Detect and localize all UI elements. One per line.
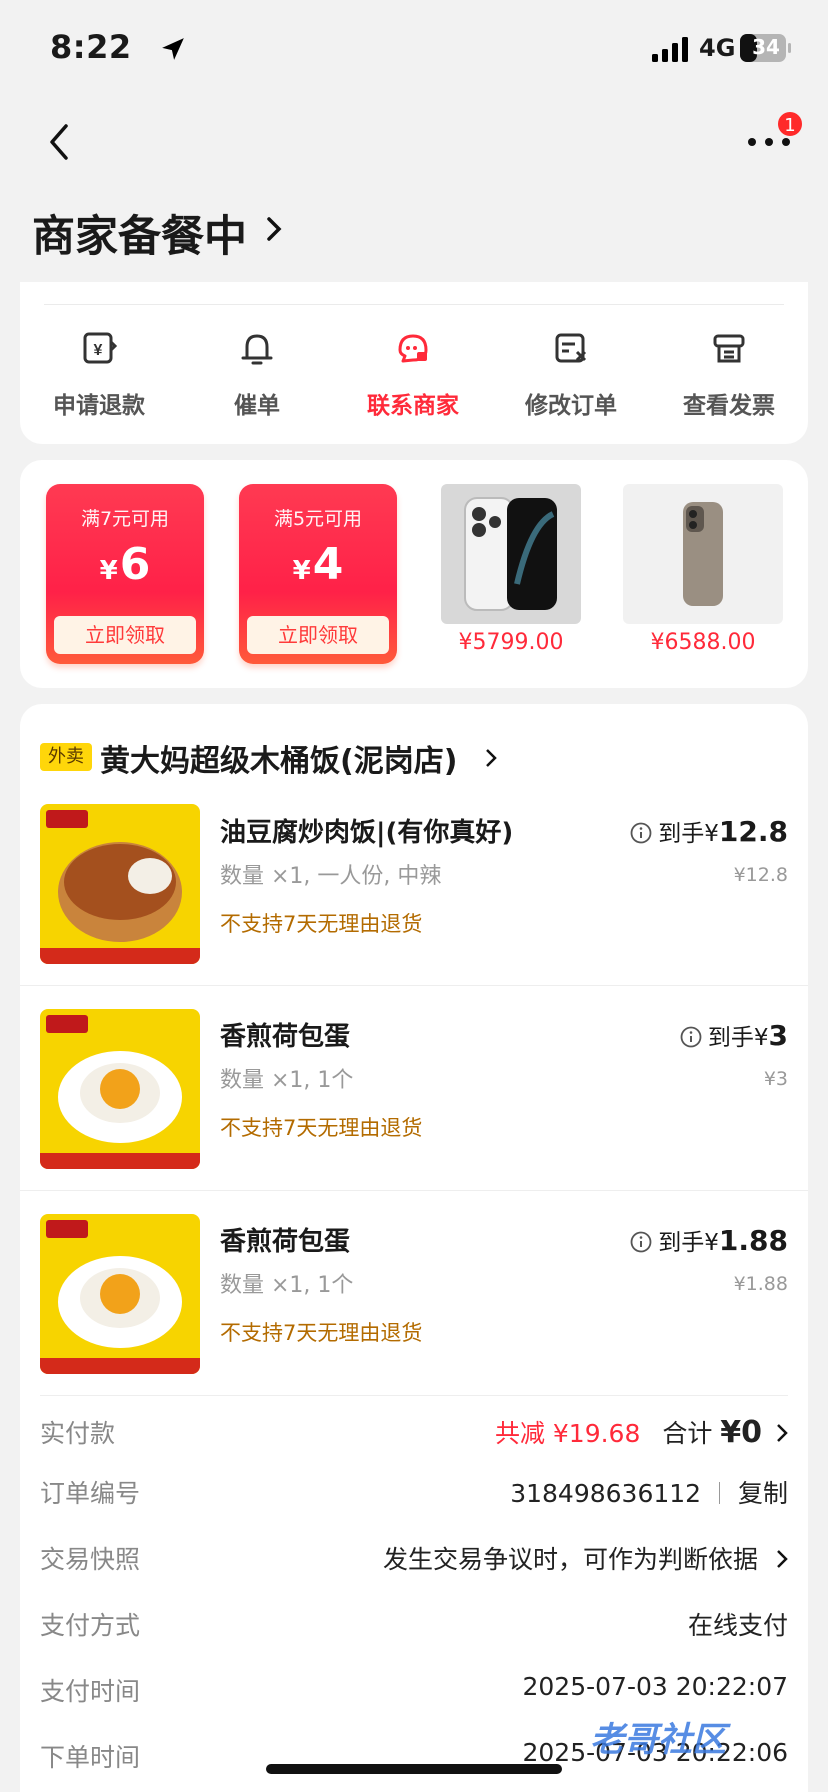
total-value: ¥0 [720,1415,763,1450]
coupon-card[interactable]: 满7元可用 ¥6 立即领取 [46,484,204,664]
urge-label: 催单 [234,393,280,419]
total-label: 合计 [662,1419,713,1448]
item-spec: 数量 ×1, 一人份, 中辣 [220,864,442,889]
item-original-price: ¥1.88 [733,1273,788,1295]
contact-merchant-label: 联系商家 [367,393,459,419]
paid-summary[interactable]: 共减 ¥19.68 合计 ¥0 [495,1414,788,1450]
coupon-card[interactable]: 满5元可用 ¥4 立即领取 [239,484,397,664]
info-icon[interactable] [630,1231,652,1253]
contact-merchant-button[interactable]: 联系商家 [338,318,488,420]
divider [44,304,784,305]
row-divider [20,1190,808,1191]
discount-text: 共减 ¥19.68 [494,1419,641,1448]
pay-method: 在线支付 [687,1611,788,1640]
product-price: ¥5799.00 [458,630,564,655]
snapshot-text: 发生交易争议时，可作为判断依据 [383,1545,759,1574]
modify-order-button[interactable]: 修改订单 [496,318,646,420]
coupon-condition: 满5元可用 [273,508,363,530]
snapshot-link[interactable]: 发生交易争议时，可作为判断依据 [383,1540,788,1576]
food-image[interactable] [40,804,200,964]
copy-button[interactable]: 复制 [738,1479,788,1508]
shop-name[interactable]: 黄大妈超级木桶饭(泥岗店) [100,736,457,780]
food-image[interactable] [40,1214,200,1374]
snapshot-label: 交易快照 [40,1545,141,1574]
item-name[interactable]: 香煎荷包蛋 [220,1221,350,1258]
chevron-right-icon[interactable] [485,748,497,768]
svg-text:¥: ¥ [94,342,103,359]
order-no-label: 订单编号 [40,1479,141,1508]
coupon-amount: ¥4 [292,539,344,590]
pay-time-label: 支付时间 [40,1677,141,1706]
info-icon[interactable] [680,1026,702,1048]
item-spec: 数量 ×1, 1个 [220,1273,354,1298]
merchant-chat-icon [398,334,428,363]
coupon-condition: 满7元可用 [80,508,170,530]
view-invoice-button[interactable]: 查看发票 [654,318,804,420]
separator [719,1482,721,1504]
chevron-right-icon [777,1550,788,1568]
home-indicator[interactable] [266,1764,562,1774]
signal-icon [652,37,688,62]
item-policy: 不支持7天无理由退货 [220,1116,423,1140]
notification-badge: 1 [776,110,804,138]
phone-product-image[interactable] [441,484,581,624]
order-time-label: 下单时间 [40,1743,141,1772]
product-price: ¥6588.00 [650,630,756,655]
item-final-price: 到手¥1.88 [630,1223,788,1257]
row-divider [20,985,808,986]
watermark: 老哥社区 [590,1720,726,1760]
pay-method-label: 支付方式 [40,1611,141,1640]
status-time: 8:22 [50,28,132,66]
refund-icon: ¥ [83,332,118,364]
chevron-right-icon [777,1424,788,1442]
item-name[interactable]: 香煎荷包蛋 [220,1016,350,1053]
pay-time: 2025-07-03 20:22:07 [522,1672,788,1701]
refund-button[interactable]: ¥ 申请退款 [24,318,174,420]
claim-coupon-button[interactable]: 立即领取 [247,616,389,654]
phone-product-image[interactable] [623,484,783,624]
item-final-price: 到手¥3 [680,1018,788,1052]
battery-level: 34 [752,35,780,59]
order-no-row: 318498636112 复制 [510,1474,788,1510]
takeout-tag: 外卖 [40,743,92,771]
location-arrow-icon [162,38,184,60]
order-number: 318498636112 [510,1479,702,1508]
chevron-right-icon[interactable] [264,214,284,244]
info-icon[interactable] [630,822,652,844]
food-image[interactable] [40,1009,200,1169]
urge-button[interactable]: 催单 [182,318,332,420]
edit-order-icon [555,333,587,363]
back-icon[interactable] [44,120,74,164]
refund-label: 申请退款 [53,393,145,419]
network-label: 4G [699,34,736,62]
bell-icon [241,334,273,365]
item-original-price: ¥12.8 [733,864,788,886]
row-divider [40,1395,788,1396]
item-name[interactable]: 油豆腐炒肉饭|(有你真好) [220,812,513,849]
item-spec: 数量 ×1, 1个 [220,1068,354,1093]
modify-order-label: 修改订单 [525,393,617,419]
item-original-price: ¥3 [763,1068,788,1090]
item-final-price: 到手¥12.8 [630,814,788,848]
paid-label: 实付款 [40,1419,116,1448]
view-invoice-label: 查看发票 [683,393,775,419]
item-policy: 不支持7天无理由退货 [220,1321,423,1345]
item-policy: 不支持7天无理由退货 [220,912,423,936]
coupon-amount: ¥6 [99,539,151,590]
page-title[interactable]: 商家备餐中 [32,202,247,264]
claim-coupon-button[interactable]: 立即领取 [54,616,196,654]
invoice-icon [713,334,745,363]
